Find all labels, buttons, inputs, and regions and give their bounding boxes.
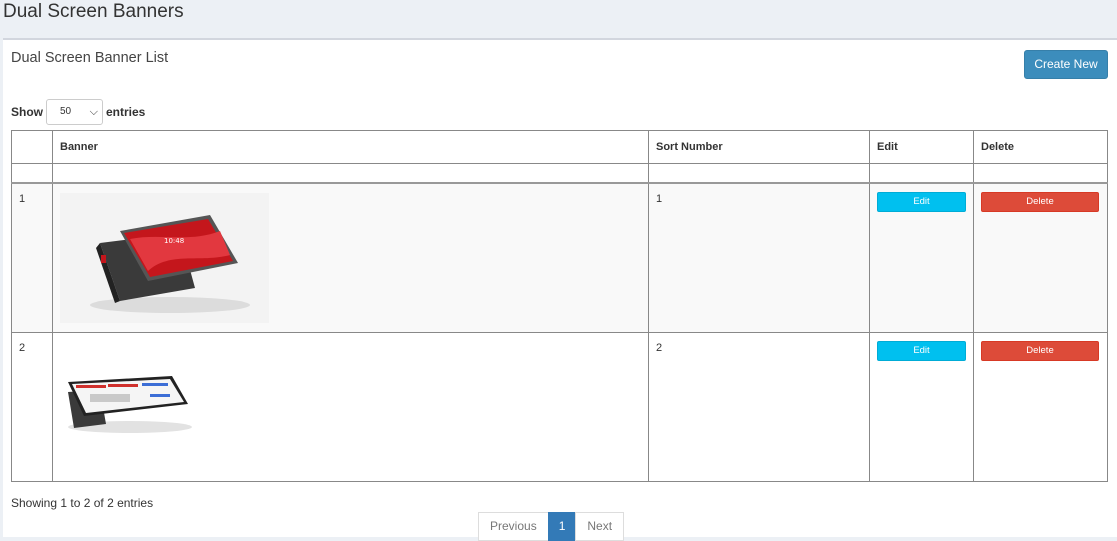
banner-list-box: Dual Screen Banner List Create New Show … xyxy=(3,38,1117,541)
row-sort-number: 1 xyxy=(648,182,870,333)
table-header-row: Banner Sort Number Edit Delete xyxy=(11,130,1108,164)
table-row: 1 10:48 1 Edit Delete xyxy=(11,182,1108,333)
entries-select-value: 50 xyxy=(60,106,72,117)
box-title: Dual Screen Banner List xyxy=(11,50,169,66)
header-sort-number[interactable]: Sort Number xyxy=(648,130,870,164)
create-new-button[interactable]: Create New xyxy=(1024,50,1108,79)
row-sort-number: 2 xyxy=(648,332,870,482)
delete-button[interactable]: Delete xyxy=(981,192,1099,212)
header-banner[interactable]: Banner xyxy=(52,130,649,164)
banner-cell xyxy=(52,332,649,482)
header-edit[interactable]: Edit xyxy=(869,130,974,164)
table-row: 2 2 Edit Delete xyxy=(11,332,1108,482)
delete-button[interactable]: Delete xyxy=(981,341,1099,361)
edit-button[interactable]: Edit xyxy=(877,192,966,212)
edit-cell: Edit xyxy=(869,332,974,482)
row-index: 2 xyxy=(11,332,53,482)
delete-cell: Delete xyxy=(973,332,1108,482)
entries-label: entries xyxy=(106,105,146,119)
svg-text:10:48: 10:48 xyxy=(164,237,184,245)
show-label: Show xyxy=(11,105,43,119)
edit-cell: Edit xyxy=(869,182,974,333)
header-delete[interactable]: Delete xyxy=(973,130,1108,164)
chevron-down-icon: ⌵ xyxy=(89,106,98,118)
page-header: Dual Screen Banners xyxy=(0,0,1117,38)
delete-cell: Delete xyxy=(973,182,1108,333)
entries-select[interactable]: 50 ⌵ xyxy=(46,99,103,125)
banner-table: Banner Sort Number Edit Delete 1 10:48 1… xyxy=(11,130,1108,482)
pos-terminal-dark-image xyxy=(60,342,269,472)
edit-button[interactable]: Edit xyxy=(877,341,966,361)
table-info: Showing 1 to 2 of 2 entries xyxy=(11,496,154,510)
pos-terminal-red-screen-image: 10:48 xyxy=(60,193,269,323)
page-title: Dual Screen Banners xyxy=(3,1,184,22)
table-spacer-row xyxy=(11,163,1108,184)
row-index: 1 xyxy=(11,182,53,333)
banner-cell: 10:48 xyxy=(52,182,649,333)
header-index[interactable] xyxy=(11,130,53,164)
entries-length-control: Show 50 ⌵ entries xyxy=(11,99,145,125)
